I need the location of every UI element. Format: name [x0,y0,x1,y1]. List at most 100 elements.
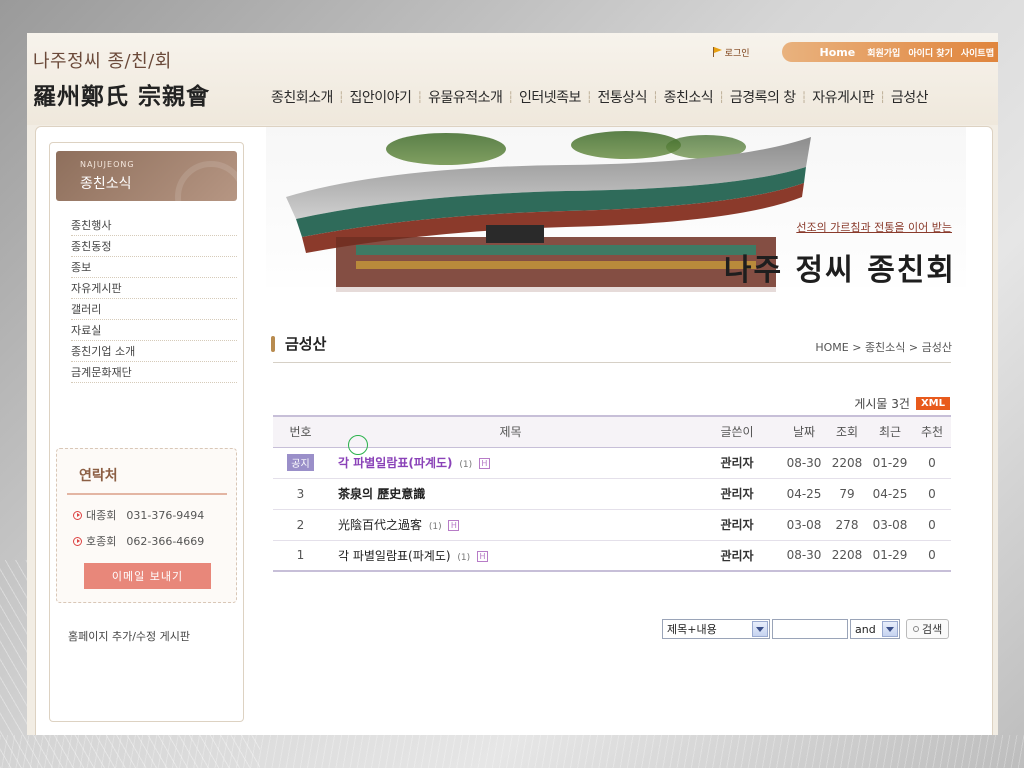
sidebar-menu: 종친행사 종친동정 종보 자유게시판 갤러리 자료실 종친기업 소개 금계문화재… [71,215,237,383]
sitemap-link[interactable]: 사이트맵 [961,46,994,59]
search-field-value: 제목+내용 [667,623,717,636]
sidebar: NAJUJEONG 종친소식 종친행사 종친동정 종보 자유게시판 갤러리 자료… [49,142,244,722]
web-page: 나주정씨 종/친/회 羅州鄭氏 宗親會 로그인 Home 회원가입 아이디 찾기… [27,33,998,735]
sidebar-item[interactable]: 갤러리 [71,299,237,320]
post-author[interactable]: 관리자 [693,540,781,572]
post-views: 2208 [827,540,867,572]
table-row: 1 각 파별일람표(파계도) (1) H 관리자 08-30 2208 01-2… [273,540,951,572]
contact-phone: 031-376-9494 [126,508,205,522]
email-button[interactable]: 이메일 보내기 [84,563,211,589]
login-label: 로그인 [724,48,750,59]
comment-count: (1) [459,460,473,470]
nav-separator: ┆ [800,90,808,104]
site-header: 나주정씨 종/친/회 羅州鄭氏 宗親會 로그인 Home 회원가입 아이디 찾기… [27,33,998,125]
sidebar-item[interactable]: 종친행사 [71,215,237,236]
search-input[interactable] [772,619,848,639]
post-subject[interactable]: 각 파별일람표(파계도) (1) H [328,447,693,479]
post-subject[interactable]: 光陰百代之過客 (1) H [328,509,693,541]
hero-banner: 선조의 가르침과 전통을 이어 받는 나주 정씨 종친회 [266,127,966,307]
chevron-down-icon[interactable] [752,621,768,637]
nav-item[interactable]: 전통상식 [594,87,652,107]
hot-icon: H [476,550,488,562]
post-subject[interactable]: 茶泉의 歷史意識 [328,478,693,510]
post-number: 2 [273,509,328,541]
sidebar-item[interactable]: 금계문화재단 [71,362,237,383]
xml-rss-badge[interactable]: XML [915,397,950,410]
post-date: 04-25 [781,478,827,510]
content-box: NAJUJEONG 종친소식 종친행사 종친동정 종보 자유게시판 갤러리 자료… [35,126,993,735]
contact-title: 연락처 [79,468,118,484]
column-header: 조회 [835,425,859,440]
home-link[interactable]: Home [820,46,856,59]
sidebar-header: NAJUJEONG 종친소식 [56,151,237,201]
post-recent: 04-25 [867,478,913,510]
logo-korean[interactable]: 나주정씨 종/친/회 [33,47,172,73]
arrow-icon [73,536,82,546]
nav-item[interactable]: 인터넷족보 [515,87,585,107]
sidebar-item[interactable]: 종보 [71,257,237,278]
top-links: 로그인 Home 회원가입 아이디 찾기 사이트맵 [712,42,998,62]
search-operator-select[interactable]: and [850,619,900,639]
sidebar-item[interactable]: 종친동정 [71,236,237,257]
post-date: 08-30 [781,447,827,479]
post-views: 79 [827,478,867,510]
sidebar-item[interactable]: 자료실 [71,320,237,341]
column-header: 번호 [289,425,312,440]
contact-box: 연락처 대종회 031-376-9494 호종회 062-366-4669 이메… [56,448,237,603]
nav-item[interactable]: 종친소식 [660,87,718,107]
search-field-select[interactable]: 제목+내용 [662,619,770,639]
post-author[interactable]: 관리자 [693,509,781,541]
post-recommend: 0 [913,447,951,479]
post-author[interactable]: 관리자 [693,447,781,479]
comment-count: (1) [428,522,442,532]
main-navigation: 종친회소개 ┆ 집안이야기 ┆ 유물유적소개 ┆ 인터넷족보 ┆ 전통상식 ┆ 종친소식 ┆… [267,87,932,107]
column-header: 날짜 [792,425,816,440]
nav-item[interactable]: 종친회소개 [267,87,337,107]
board-table: 번호 제목 글쓴이 날짜 조회 최근 추천 공지 각 파별일람표(파계도) (1… [273,415,951,572]
nav-item[interactable]: 금성산 [887,87,932,107]
post-subject[interactable]: 각 파별일람표(파계도) (1) H [328,540,693,572]
search-operator-value: and [855,622,876,636]
post-subject-link[interactable]: 光陰百代之過客 [338,518,422,532]
logo-chinese[interactable]: 羅州鄭氏 宗親會 [33,77,210,111]
table-row: 공지 각 파별일람표(파계도) (1) H 관리자 08-30 2208 01-… [273,447,951,479]
join-link[interactable]: 회원가입 [867,46,900,59]
hot-icon: H [448,520,460,531]
contact-phone: 062-366-4669 [126,534,205,548]
top-utility-bar: Home 회원가입 아이디 찾기 사이트맵 [781,42,998,62]
post-subject-link[interactable]: 茶泉의 歷史意識 [338,487,425,501]
login-link[interactable]: 로그인 [712,46,750,59]
nav-item[interactable]: 집안이야기 [346,87,416,107]
arrow-icon [73,510,82,520]
post-count-text: 게시물 3건 [854,397,910,411]
post-subject-link[interactable]: 각 파별일람표(파계도) [338,549,451,563]
column-header: 추천 [920,425,944,440]
post-date: 03-08 [781,509,827,541]
sidebar-item[interactable]: 종친기업 소개 [71,341,237,362]
nav-separator: ┆ [337,90,345,104]
post-subject-link[interactable]: 각 파별일람표(파계도) [338,456,453,470]
contact-label: 호종회 [86,535,117,548]
nav-separator: ┆ [652,90,659,104]
nav-item[interactable]: 금경록의 창 [726,87,800,107]
search-button-label: 검색 [922,623,943,636]
find-id-link[interactable]: 아이디 찾기 [908,46,953,59]
search-button[interactable]: 검색 [906,619,950,639]
banner-brand-calligraphy: 나주 정씨 종친회 [723,253,956,288]
sidebar-item[interactable]: 자유게시판 [71,278,237,299]
contact-label: 대종회 [86,509,117,522]
post-number: 3 [273,478,328,510]
homepage-edit-board-link[interactable]: 홈페이지 추가/수정 게시판 [68,628,190,644]
post-views: 278 [827,509,867,541]
post-recent: 03-08 [867,509,913,541]
post-author[interactable]: 관리자 [693,478,781,510]
post-recommend: 0 [913,478,951,510]
nav-item[interactable]: 유물유적소개 [424,87,506,107]
nav-item[interactable]: 자유게시판 [808,87,878,107]
nav-separator: ┆ [585,90,593,104]
chevron-down-icon[interactable] [882,621,898,637]
column-header: 글쓴이 [720,425,754,440]
post-views: 2208 [827,447,867,479]
sidebar-header-title: 종친소식 [80,176,132,192]
post-recommend: 0 [913,509,951,541]
